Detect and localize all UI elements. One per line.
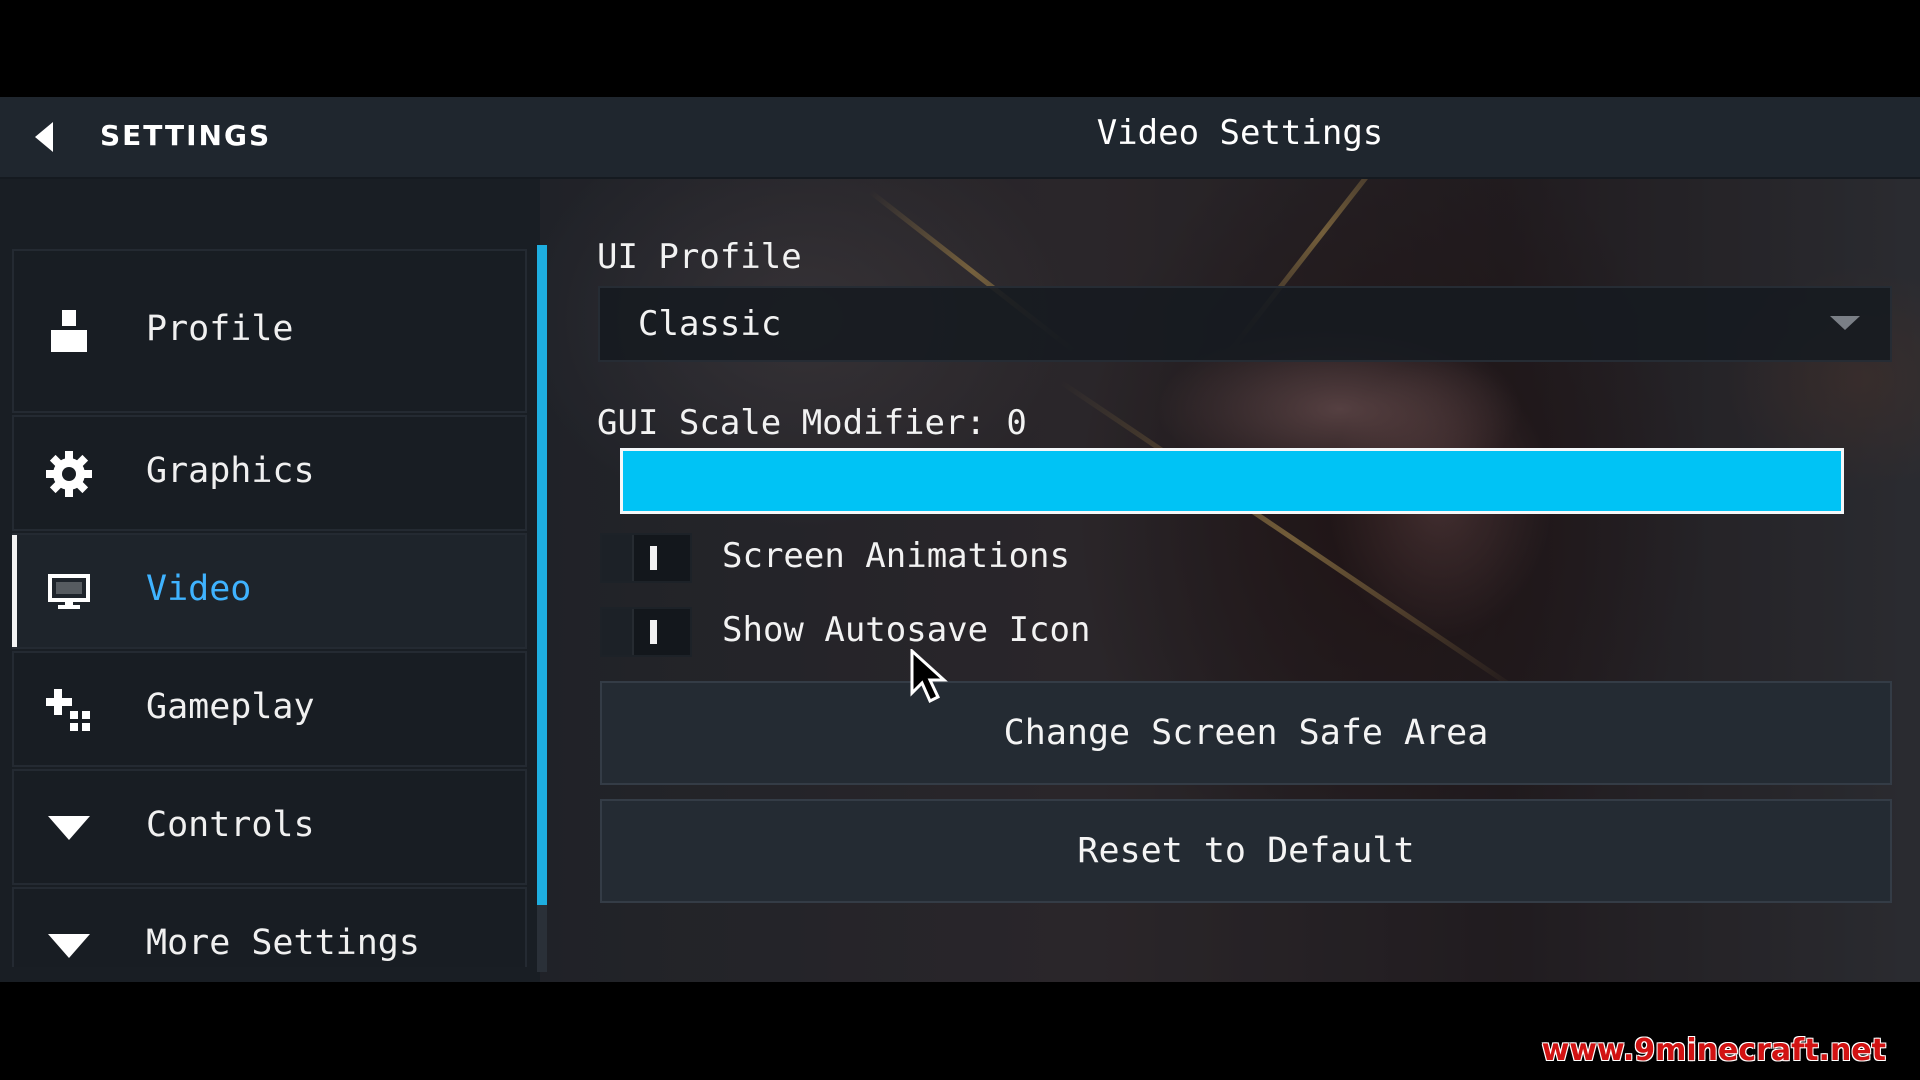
gui-scale-slider[interactable] bbox=[620, 448, 1844, 514]
sidebar-item-video[interactable]: Video bbox=[12, 533, 527, 649]
sidebar-item-more-settings[interactable]: More Settings bbox=[12, 887, 527, 967]
screen-animations-label: Screen Animations bbox=[722, 536, 1070, 576]
toggle-on-indicator bbox=[650, 546, 657, 570]
ui-profile-label: UI Profile bbox=[597, 237, 802, 277]
watermark: www.9minecraft.net bbox=[1541, 1033, 1886, 1068]
sidebar-item-gameplay[interactable]: Gameplay bbox=[12, 651, 527, 767]
dropdown-arrow-icon bbox=[1830, 316, 1860, 330]
back-button[interactable] bbox=[22, 115, 66, 159]
change-screen-safe-area-button[interactable]: Change Screen Safe Area bbox=[600, 681, 1892, 785]
chevron-down-icon bbox=[44, 921, 94, 967]
sidebar-item-label: Graphics bbox=[146, 451, 315, 491]
show-autosave-icon-label: Show Autosave Icon bbox=[722, 610, 1091, 650]
chevron-down-icon bbox=[44, 803, 94, 853]
sidebar-item-controls[interactable]: Controls bbox=[12, 769, 527, 885]
settings-sidebar: Profile Graphics Video Gameplay Controls… bbox=[12, 249, 527, 967]
sidebar-scroll-thumb[interactable] bbox=[537, 245, 547, 905]
sidebar-item-profile[interactable]: Profile bbox=[12, 249, 527, 413]
sidebar-scrollbar[interactable] bbox=[537, 245, 547, 972]
monitor-icon bbox=[44, 567, 94, 617]
sidebar-item-graphics[interactable]: Graphics bbox=[12, 415, 527, 531]
active-indicator bbox=[12, 535, 17, 647]
ui-profile-dropdown[interactable]: Classic bbox=[598, 286, 1892, 362]
gui-scale-label: GUI Scale Modifier: 0 bbox=[597, 403, 1027, 443]
mouse-pointer-icon bbox=[910, 649, 948, 704]
sidebar-item-label: Profile bbox=[146, 309, 294, 349]
game-screen: SETTINGS Video Settings Profile Graphics… bbox=[0, 0, 1920, 1080]
sidebar-item-label: More Settings bbox=[146, 923, 420, 963]
toggle-on-indicator bbox=[650, 620, 657, 644]
settings-header: SETTINGS Video Settings bbox=[0, 97, 1920, 179]
screen-animations-toggle[interactable] bbox=[600, 533, 692, 583]
sidebar-item-label: Controls bbox=[146, 805, 315, 845]
gameplay-icon bbox=[44, 685, 94, 735]
settings-content: Profile Graphics Video Gameplay Controls… bbox=[0, 179, 1920, 982]
ui-profile-value: Classic bbox=[638, 304, 782, 344]
sidebar-item-label: Gameplay bbox=[146, 687, 315, 727]
gear-icon bbox=[44, 449, 94, 499]
profile-icon bbox=[44, 306, 94, 356]
sidebar-item-label: Video bbox=[146, 569, 252, 609]
reset-to-default-button[interactable]: Reset to Default bbox=[600, 799, 1892, 903]
page-title: Video Settings bbox=[1096, 113, 1384, 153]
settings-title: SETTINGS bbox=[100, 119, 272, 152]
show-autosave-icon-toggle[interactable] bbox=[600, 607, 692, 657]
back-arrow-icon bbox=[35, 122, 53, 152]
